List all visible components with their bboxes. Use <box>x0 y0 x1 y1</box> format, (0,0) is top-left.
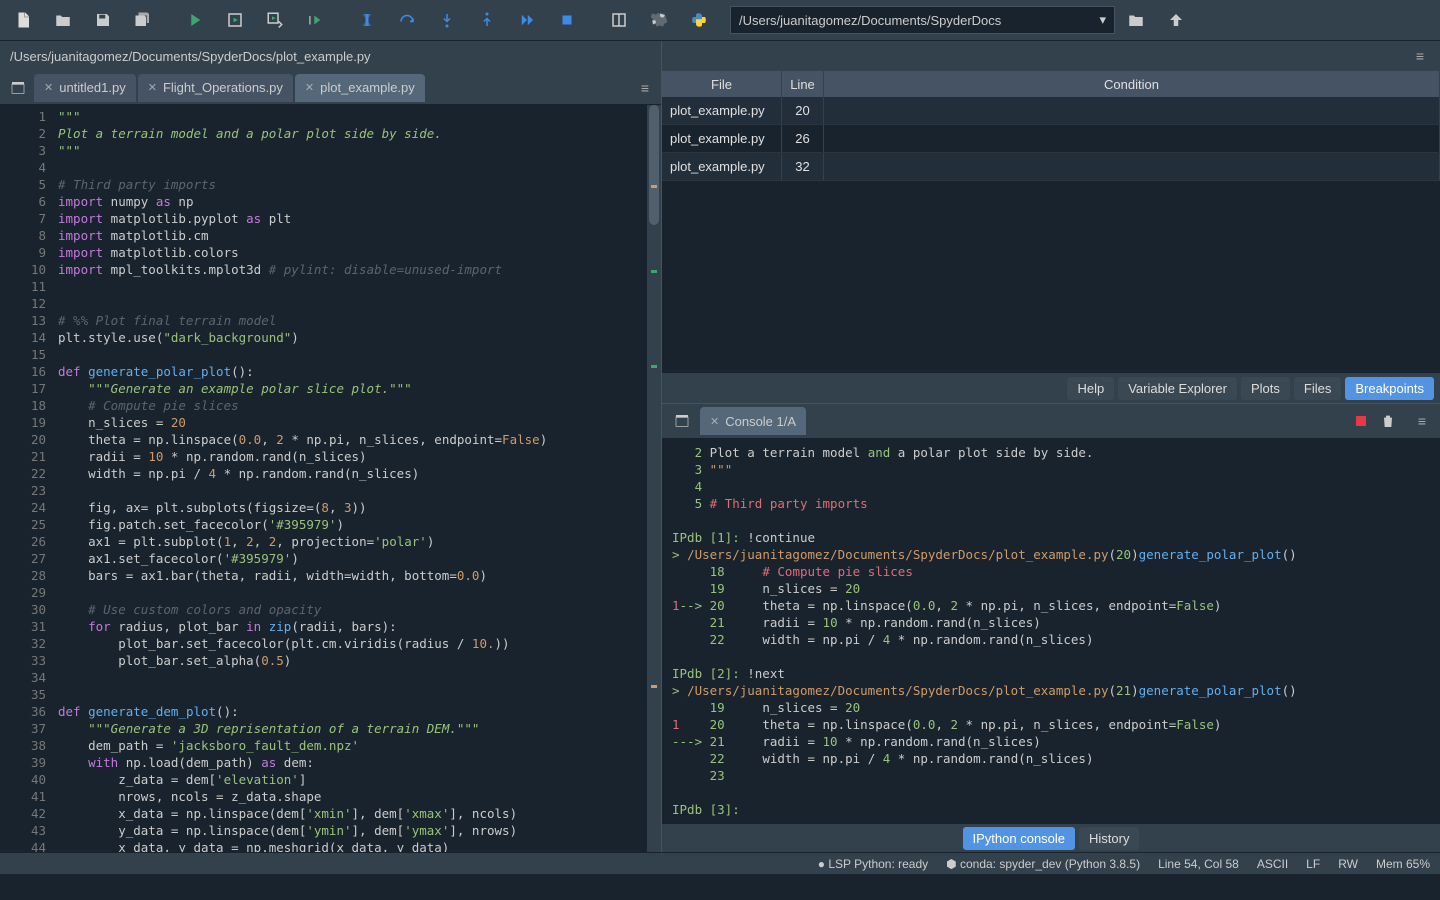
status-cursor-pos: Line 54, Col 58 <box>1158 857 1239 871</box>
console-options-button[interactable]: ≡ <box>1410 413 1434 429</box>
maximize-pane-button[interactable] <box>600 2 638 38</box>
status-lsp[interactable]: ● LSP Python: ready <box>818 857 928 871</box>
new-file-button[interactable] <box>4 2 42 38</box>
breakpoint-row[interactable]: plot_example.py20 <box>662 97 1440 125</box>
parent-dir-button[interactable] <box>1157 2 1195 38</box>
debug-step-out-button[interactable] <box>468 2 506 38</box>
run-cell-advance-button[interactable] <box>256 2 294 38</box>
close-icon[interactable]: ✕ <box>305 81 314 94</box>
panel-tabs: HelpVariable ExplorerPlotsFilesBreakpoin… <box>662 373 1440 403</box>
editor-options-button[interactable]: ≡ <box>633 80 657 96</box>
status-bar: ● LSP Python: ready ⬢ conda: spyder_dev … <box>0 852 1440 874</box>
debug-continue-button[interactable] <box>508 2 546 38</box>
run-button[interactable] <box>176 2 214 38</box>
save-button[interactable] <box>84 2 122 38</box>
close-icon[interactable]: ✕ <box>148 81 157 94</box>
console-bottom-tab[interactable]: IPython console <box>963 827 1076 850</box>
ipython-console[interactable]: 2 Plot a terrain model and a polar plot … <box>662 438 1440 824</box>
right-pane: ≡ File Line Condition plot_example.py20p… <box>662 41 1440 852</box>
console-tab[interactable]: ✕Console 1/A <box>700 407 806 435</box>
panel-tab-files[interactable]: Files <box>1294 377 1341 400</box>
debug-step-over-button[interactable] <box>388 2 426 38</box>
breakpoint-row[interactable]: plot_example.py26 <box>662 125 1440 153</box>
console-tabs-row: ✕Console 1/A ≡ <box>662 404 1440 438</box>
panel-tab-variable-explorer[interactable]: Variable Explorer <box>1118 377 1237 400</box>
debug-step-in-button[interactable] <box>428 2 466 38</box>
breakpoint-row[interactable]: plot_example.py32 <box>662 153 1440 181</box>
main-toolbar: I /Users/juanitagomez/Documents/SpyderDo… <box>0 0 1440 41</box>
editor-tabs: ✕untitled1.py✕Flight_Operations.py✕plot_… <box>0 71 661 105</box>
console-bottom-tab[interactable]: History <box>1079 827 1139 850</box>
breakpoints-table: File Line Condition plot_example.py20plo… <box>662 71 1440 373</box>
editor-tab[interactable]: ✕plot_example.py <box>295 74 425 102</box>
open-file-button[interactable] <box>44 2 82 38</box>
clear-console-button[interactable] <box>1380 413 1396 429</box>
stop-kernel-button[interactable] <box>1356 416 1366 426</box>
bp-header-condition: Condition <box>824 71 1440 97</box>
run-selection-button[interactable]: I <box>296 2 334 38</box>
breakpoints-options-button[interactable]: ≡ <box>1408 48 1432 64</box>
code-editor[interactable]: 12345678910▲1112131415161718192021➔22232… <box>0 105 661 852</box>
run-cell-button[interactable] <box>216 2 254 38</box>
browse-dir-button[interactable] <box>1117 2 1155 38</box>
svg-text:I: I <box>308 14 311 28</box>
working-directory-input[interactable]: /Users/juanitagomez/Documents/SpyderDocs… <box>730 6 1115 34</box>
preferences-button[interactable] <box>640 2 678 38</box>
panel-tab-plots[interactable]: Plots <box>1241 377 1290 400</box>
console-bottom-tabs: IPython consoleHistory <box>662 824 1440 852</box>
editor-filepath: /Users/juanitagomez/Documents/SpyderDocs… <box>0 41 661 71</box>
panel-tab-breakpoints[interactable]: Breakpoints <box>1345 377 1434 400</box>
editor-tab[interactable]: ✕untitled1.py <box>34 74 136 102</box>
status-mem: Mem 65% <box>1376 857 1430 871</box>
close-icon[interactable]: ✕ <box>44 81 53 94</box>
editor-scrollbar[interactable] <box>647 105 661 852</box>
bp-header-line: Line <box>782 71 824 97</box>
close-icon[interactable]: ✕ <box>710 415 719 428</box>
bp-header-file: File <box>662 71 782 97</box>
panel-tab-help[interactable]: Help <box>1067 377 1114 400</box>
save-all-button[interactable] <box>124 2 162 38</box>
browse-tabs-button[interactable] <box>4 70 32 106</box>
status-encoding[interactable]: ASCII <box>1257 857 1288 871</box>
status-conda[interactable]: ⬢ conda: spyder_dev (Python 3.8.5) <box>946 857 1140 871</box>
debug-stop-button[interactable] <box>548 2 586 38</box>
status-eol[interactable]: LF <box>1306 857 1320 871</box>
editor-pane: /Users/juanitagomez/Documents/SpyderDocs… <box>0 41 662 852</box>
python-path-button[interactable] <box>680 2 718 38</box>
debug-button[interactable] <box>348 2 386 38</box>
status-rw: RW <box>1338 857 1358 871</box>
console-browse-button[interactable] <box>668 403 696 439</box>
editor-tab[interactable]: ✕Flight_Operations.py <box>138 74 293 102</box>
